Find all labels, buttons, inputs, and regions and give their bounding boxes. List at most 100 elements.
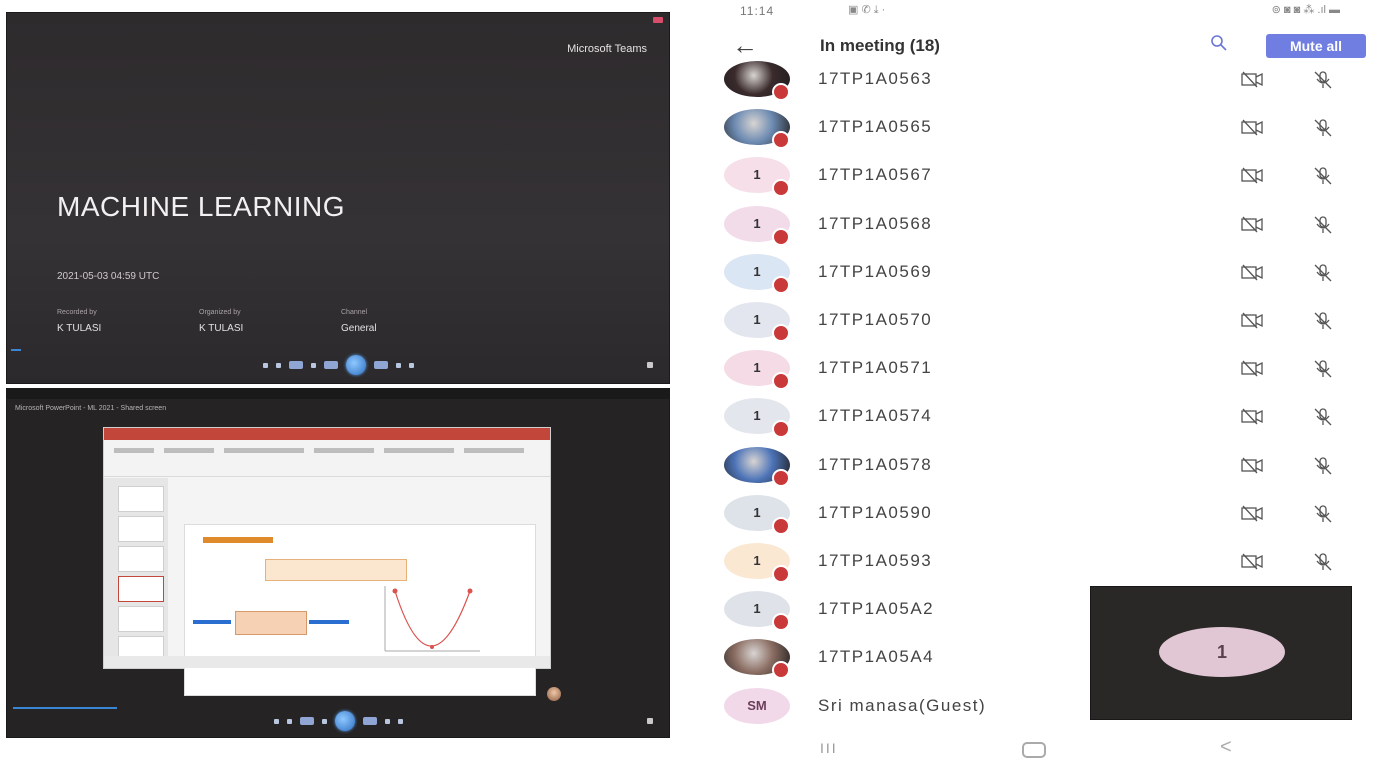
avatar-container: 1: [724, 157, 790, 197]
volume-icon[interactable]: [273, 718, 279, 724]
participant-row[interactable]: 1 17TP1A0590: [700, 491, 1376, 539]
participant-name: 17TP1A0565: [818, 117, 933, 136]
recents-button[interactable]: III: [820, 740, 838, 756]
fullscreen-icon[interactable]: [397, 718, 403, 724]
play-button[interactable]: [345, 355, 366, 375]
participant-row[interactable]: 1 17TP1A0567: [700, 153, 1376, 201]
mic-off-icon: [1312, 552, 1334, 577]
slide-thumbnail: [118, 516, 164, 542]
slide-thumbnails: [104, 478, 168, 662]
rewind-icon[interactable]: [310, 362, 316, 368]
self-video-preview[interactable]: 1: [1090, 586, 1352, 720]
seek-back-icon[interactable]: [323, 361, 338, 369]
organized-by-label: Organized by: [199, 309, 241, 316]
status-bar: 11:14 ▣ ✆ ⤓ · ⊚ ◙ ◙ ⁂ .ıl ▬: [700, 0, 1376, 22]
recorded-by-label: Recorded by: [57, 309, 97, 316]
participant-row[interactable]: 1 17TP1A0569: [700, 250, 1376, 298]
window-control-icon[interactable]: [653, 17, 663, 23]
presence-busy-icon: [772, 83, 790, 101]
settings-icon[interactable]: [647, 362, 653, 368]
android-nav-bar: III <: [700, 734, 1376, 761]
presence-busy-icon: [772, 324, 790, 342]
back-button[interactable]: <: [1220, 736, 1232, 759]
presence-busy-icon: [772, 131, 790, 149]
participants-panel: 11:14 ▣ ✆ ⤓ · ⊚ ◙ ◙ ⁂ .ıl ▬ ← In meeting…: [700, 0, 1376, 761]
avatar-container: 1: [724, 591, 790, 631]
camera-off-icon: [1240, 504, 1264, 527]
camera-off-icon: [1240, 552, 1264, 575]
window-caption: Microsoft PowerPoint - ML 2021 - Shared …: [15, 405, 167, 412]
organized-by-value: K TULASI: [199, 323, 244, 334]
fullscreen-icon[interactable]: [408, 362, 414, 368]
ppt-status-bar: [104, 656, 550, 668]
mute-all-button[interactable]: Mute all: [1266, 34, 1366, 58]
volume-icon[interactable]: [262, 362, 268, 368]
media-controls: [7, 353, 669, 377]
participant-name: 17TP1A0574: [818, 406, 933, 425]
search-icon[interactable]: [1210, 34, 1228, 52]
participant-name: Sri manasa(Guest): [818, 696, 987, 715]
recording-title-video[interactable]: Microsoft Teams MACHINE LEARNING 2021-05…: [6, 12, 670, 384]
next-icon[interactable]: [395, 362, 401, 368]
stop-icon[interactable]: [275, 362, 281, 368]
mic-off-icon: [1312, 118, 1334, 143]
channel-label: Channel: [341, 309, 368, 316]
camera-off-icon: [1240, 215, 1264, 238]
avatar-container: 1: [724, 350, 790, 390]
participant-row[interactable]: 17TP1A0565: [700, 105, 1376, 153]
participant-row[interactable]: 1 17TP1A0570: [700, 298, 1376, 346]
avatar-container: 1: [724, 398, 790, 438]
home-button[interactable]: [1022, 742, 1046, 758]
presence-busy-icon: [772, 565, 790, 583]
avatar-container: [724, 61, 790, 101]
avatar-container: SM: [724, 688, 790, 728]
seek-forward-icon[interactable]: [362, 717, 377, 725]
camera-off-icon: [1240, 263, 1264, 286]
slide-callout: [265, 559, 407, 581]
slide-thumbnail: [118, 546, 164, 572]
slide-thumbnail: [118, 606, 164, 632]
recorded-by-value: K TULASI: [57, 323, 102, 334]
presenter-avatar: [547, 687, 561, 701]
participant-name: 17TP1A0571: [818, 358, 933, 377]
slide-title: MACHINE LEARNING: [57, 191, 346, 222]
media-controls: [7, 709, 669, 733]
slide-thumbnail: [118, 486, 164, 512]
screen-share-video[interactable]: Microsoft PowerPoint - ML 2021 - Shared …: [6, 388, 670, 738]
participant-row[interactable]: 1 17TP1A0568: [700, 202, 1376, 250]
presence-busy-icon: [772, 469, 790, 487]
playback-progress[interactable]: [11, 349, 21, 351]
mic-off-icon: [1312, 166, 1334, 191]
model-box: [235, 611, 307, 635]
presence-busy-icon: [772, 276, 790, 294]
participant-name: 17TP1A0593: [818, 551, 933, 570]
presence-busy-icon: [772, 372, 790, 390]
participant-name: 17TP1A0590: [818, 503, 933, 522]
mic-off-icon: [1312, 215, 1334, 240]
participant-row[interactable]: 1 17TP1A0571: [700, 346, 1376, 394]
participant-row[interactable]: 17TP1A0563: [700, 57, 1376, 105]
back-arrow-icon[interactable]: ←: [732, 30, 758, 60]
next-icon[interactable]: [384, 718, 390, 724]
presence-busy-icon: [772, 179, 790, 197]
stop-icon[interactable]: [286, 718, 292, 724]
seek-forward-icon[interactable]: [373, 361, 388, 369]
previous-icon[interactable]: [288, 361, 303, 369]
rewind-icon[interactable]: [321, 718, 327, 724]
presence-busy-icon: [772, 420, 790, 438]
participant-row[interactable]: 1 17TP1A0593: [700, 539, 1376, 587]
mic-off-icon: [1312, 504, 1334, 529]
input-arrow: [193, 620, 231, 624]
mic-off-icon: [1312, 263, 1334, 288]
self-avatar: 1: [1159, 627, 1285, 677]
participant-row[interactable]: 17TP1A0578: [700, 443, 1376, 491]
participant-row[interactable]: 1 17TP1A0574: [700, 394, 1376, 442]
settings-icon[interactable]: [647, 718, 653, 724]
play-button[interactable]: [334, 711, 355, 731]
camera-off-icon: [1240, 359, 1264, 382]
participant-name: 17TP1A0569: [818, 262, 933, 281]
previous-icon[interactable]: [299, 717, 314, 725]
ppt-ribbon: [104, 440, 550, 477]
camera-off-icon: [1240, 456, 1264, 479]
avatar-container: [724, 447, 790, 487]
